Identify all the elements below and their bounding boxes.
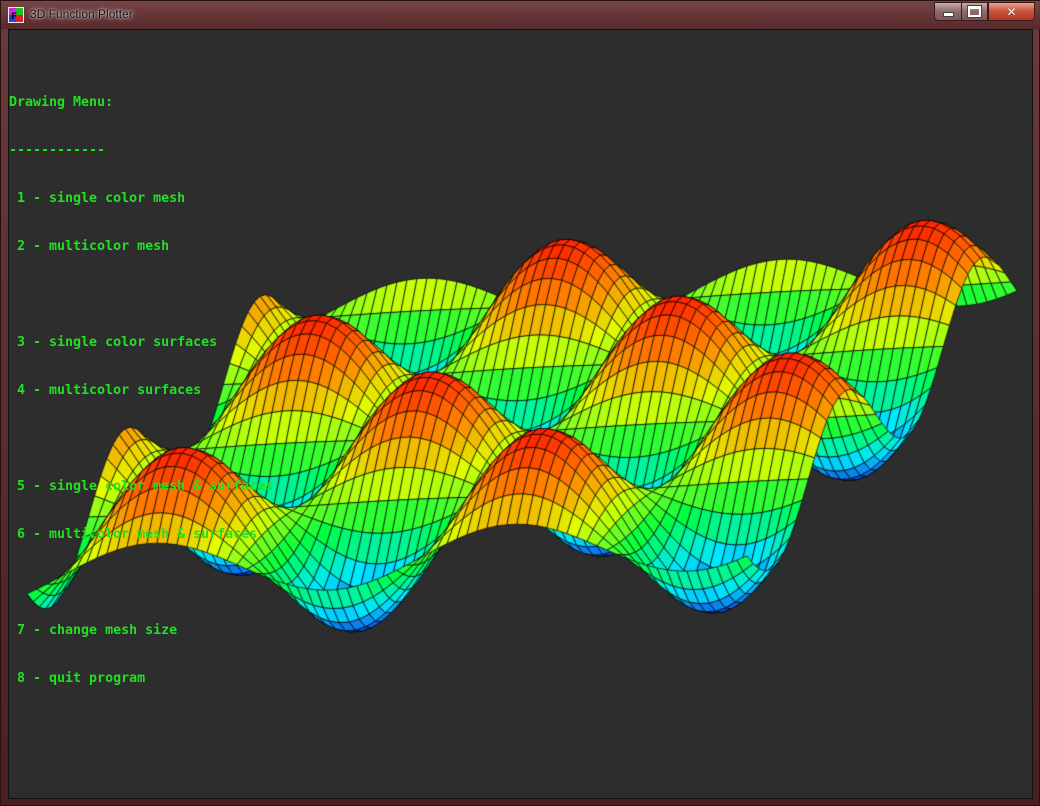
close-button[interactable]: ✕ bbox=[988, 2, 1035, 21]
minimize-button[interactable] bbox=[934, 2, 961, 21]
app-window: F 3D Function Plotter ✕ Drawing Menu: --… bbox=[0, 0, 1040, 806]
menu-item: 7 - change mesh size bbox=[9, 623, 178, 638]
close-icon: ✕ bbox=[1006, 4, 1017, 19]
title-bar[interactable]: F 3D Function Plotter ✕ bbox=[1, 1, 1040, 29]
maximize-button[interactable] bbox=[961, 2, 988, 21]
svg-text:F: F bbox=[11, 12, 17, 22]
menu-item: 2 - multicolor mesh bbox=[9, 239, 170, 254]
menu-item: 3 - single color surfaces bbox=[9, 335, 218, 350]
caption-buttons: ✕ bbox=[934, 2, 1035, 21]
menu-underline: ------------ bbox=[9, 143, 106, 158]
maximize-icon bbox=[968, 6, 981, 17]
menu-item: 6 - multicolor mesh & surfaces bbox=[9, 527, 258, 542]
plot-area[interactable]: Drawing Menu: ------------ 1 - single co… bbox=[8, 29, 1033, 799]
window-title: 3D Function Plotter bbox=[30, 7, 133, 21]
drawing-menu: Drawing Menu: ------------ 1 - single co… bbox=[9, 63, 273, 719]
menu-heading: Drawing Menu: bbox=[9, 95, 114, 110]
menu-item: 8 - quit program bbox=[9, 671, 146, 686]
menu-item: 1 - single color mesh bbox=[9, 191, 186, 206]
app-icon: F bbox=[8, 7, 24, 23]
minimize-icon bbox=[942, 12, 954, 17]
menu-item: 4 - multicolor surfaces bbox=[9, 383, 202, 398]
menu-item: 5 - single color mesh & surfaces bbox=[9, 479, 274, 494]
